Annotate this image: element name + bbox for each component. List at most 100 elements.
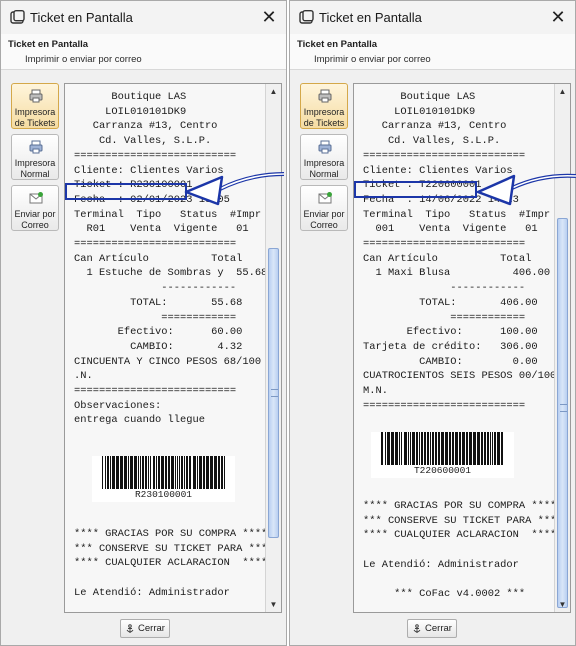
header-title: Ticket en Pantalla	[297, 39, 378, 50]
barcode-bar	[391, 432, 394, 465]
close-button-label: Cerrar	[425, 623, 452, 634]
barcode-bars	[102, 456, 225, 489]
grip-icon	[271, 389, 278, 397]
send-email-button[interactable]: Enviar por Correo	[11, 185, 59, 231]
scroll-down-icon[interactable]: ▼	[269, 600, 278, 609]
barcode-bar	[197, 456, 198, 489]
normal-printer-label: Impresora Normal	[303, 158, 345, 179]
email-icon	[29, 192, 43, 204]
barcode-bar	[181, 456, 183, 489]
annotation-arrow-left	[184, 172, 285, 206]
dialog-footer: Cerrar	[1, 613, 286, 645]
barcode-text: T220600001	[413, 465, 471, 476]
barcode-bar	[484, 432, 486, 465]
barcode-bar	[184, 456, 185, 489]
title-bar[interactable]: Ticket en Pantalla ✕	[1, 1, 286, 34]
window-title: Ticket en Pantalla	[30, 10, 133, 25]
barcode-bar	[494, 432, 496, 465]
close-button[interactable]: Cerrar	[120, 619, 170, 638]
barcode-bar	[203, 456, 205, 489]
close-icon[interactable]: ✕	[261, 8, 277, 26]
barcode-bar	[221, 456, 223, 489]
barcode-bar	[421, 432, 423, 465]
send-email-button[interactable]: Enviar por Correo	[300, 185, 348, 231]
close-icon[interactable]: ✕	[550, 8, 566, 26]
barcode-bar	[477, 432, 480, 465]
barcode-bar	[175, 456, 176, 489]
barcode-bar	[161, 456, 164, 489]
barcode-bar	[399, 432, 400, 465]
receipt-printer-icon	[29, 89, 43, 103]
barcode-bar	[214, 456, 217, 489]
barcode-bars	[381, 432, 503, 465]
receipt-text: Boutique LAS LOIL010101DK9 Carranza #13,…	[74, 91, 266, 427]
ticket-printer-label: Impresora de Tickets	[303, 107, 345, 128]
ticket-preview[interactable]: Boutique LAS LOIL010101DK9 Carranza #13,…	[64, 83, 282, 613]
ticket-preview[interactable]: Boutique LAS LOIL010101DK9 Carranza #13,…	[353, 83, 571, 613]
ticket-number-highlight	[354, 181, 477, 198]
barcode-bar	[158, 456, 160, 489]
barcode-bar	[410, 432, 411, 465]
barcode-bar	[128, 456, 129, 489]
barcode-bar	[419, 432, 420, 465]
scroll-up-icon[interactable]: ▲	[558, 87, 567, 96]
barcode-bar	[107, 456, 109, 489]
barcode-bar	[435, 432, 437, 465]
barcode-bar	[224, 456, 225, 489]
barcode-bar	[206, 456, 209, 489]
barcode-bar	[145, 456, 147, 489]
ticket-printer-button[interactable]: Impresora de Tickets	[300, 83, 348, 129]
barcode-text: R230100001	[134, 489, 192, 500]
email-icon	[318, 192, 332, 204]
scroll-thumb[interactable]	[557, 218, 568, 608]
barcode-bar	[193, 456, 196, 489]
barcode-bar	[487, 432, 489, 465]
barcode-bar	[150, 456, 151, 489]
barcode-bar	[455, 432, 458, 465]
barcode-bar	[156, 456, 157, 489]
barcode-bar	[404, 432, 407, 465]
send-email-label: Enviar por Correo	[14, 209, 56, 230]
barcode-bar	[497, 432, 500, 465]
barcode-bar	[401, 432, 402, 465]
ticket-window-left: Ticket en Pantalla ✕ Ticket en Pantalla …	[0, 0, 287, 646]
anchor-icon	[126, 623, 134, 633]
barcode-bar	[177, 456, 178, 489]
vertical-scrollbar[interactable]: ▲ ▼	[265, 84, 281, 612]
barcode-bar	[171, 456, 174, 489]
annotation-arrow-right	[476, 173, 576, 206]
barcode-bar	[102, 456, 103, 489]
barcode-bar	[116, 456, 119, 489]
barcode-bar	[120, 456, 123, 489]
barcode-bar	[124, 456, 127, 489]
title-bar[interactable]: Ticket en Pantalla ✕	[290, 1, 575, 34]
printer-icon	[318, 140, 332, 154]
ticket-window-right: Ticket en Pantalla ✕ Ticket en Pantalla …	[289, 0, 576, 646]
barcode-bar	[492, 432, 493, 465]
scroll-up-icon[interactable]: ▲	[269, 87, 278, 96]
barcode-bar	[432, 432, 434, 465]
close-button[interactable]: Cerrar	[407, 619, 457, 638]
barcode-bar	[473, 432, 476, 465]
scroll-down-icon[interactable]: ▼	[558, 600, 567, 609]
header-title: Ticket en Pantalla	[8, 39, 89, 50]
barcode-bar	[140, 456, 141, 489]
scroll-thumb[interactable]	[268, 248, 279, 538]
normal-printer-label: Impresora Normal	[14, 158, 56, 179]
anchor-icon	[413, 623, 421, 633]
barcode-bar	[168, 456, 170, 489]
barcode-bar	[445, 432, 448, 465]
barcode-bar	[387, 432, 390, 465]
normal-printer-button[interactable]: Impresora Normal	[11, 134, 59, 180]
barcode-bar	[199, 456, 202, 489]
normal-printer-button[interactable]: Impresora Normal	[300, 134, 348, 180]
barcode-bar	[424, 432, 426, 465]
header-subtitle: Imprimir o enviar por correo	[25, 54, 142, 65]
ticket-printer-button[interactable]: Impresora de Tickets	[11, 83, 59, 129]
receipt-text: Boutique LAS LOIL010101DK9 Carranza #13,…	[363, 91, 555, 412]
barcode-bar	[385, 432, 386, 465]
ticket-printer-label: Impresora de Tickets	[14, 107, 56, 128]
barcode-bar	[430, 432, 431, 465]
barcode-bar	[469, 432, 472, 465]
barcode-bar	[130, 456, 133, 489]
